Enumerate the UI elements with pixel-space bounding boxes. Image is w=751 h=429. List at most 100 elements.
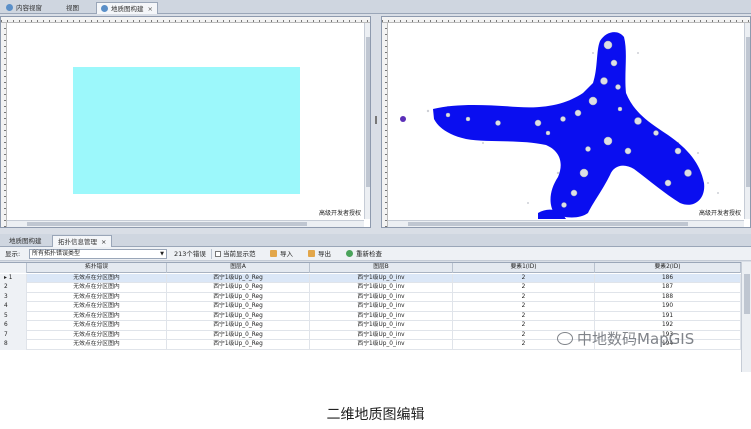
scroll-thumb[interactable] <box>408 222 688 226</box>
chevron-down-icon: ▼ <box>160 251 164 257</box>
cell-layer-a[interactable]: 西宁1级Up_0_Reg <box>167 340 310 350</box>
horizontal-scrollbar[interactable] <box>7 220 364 227</box>
column-header-layer-a[interactable]: 图层A <box>167 263 310 273</box>
cell-error[interactable]: 无效点在分区图内 <box>27 340 167 350</box>
refresh-icon <box>346 250 353 257</box>
cell-layer-a[interactable]: 西宁1级Up_0_Reg <box>167 292 310 302</box>
row-number-header <box>0 263 27 273</box>
cell-feature1-id[interactable]: 2 <box>453 273 595 283</box>
cell-layer-b[interactable]: 西宁1级Up_0_inv <box>310 340 453 350</box>
cell-layer-b[interactable]: 西宁1级Up_0_inv <box>310 311 453 321</box>
cell-feature1-id[interactable]: 2 <box>453 292 595 302</box>
cell-feature2-id[interactable]: 187 <box>595 283 741 293</box>
row-number[interactable]: ▸ 1 <box>0 273 27 283</box>
current-extent-checkbox[interactable]: 当前显示范 <box>215 249 256 259</box>
cell-feature2-id[interactable]: 188 <box>595 292 741 302</box>
table-vertical-scrollbar[interactable] <box>741 262 751 372</box>
scroll-thumb[interactable] <box>27 222 307 226</box>
tab-geologic-map-build-panel[interactable]: 地质图构建 <box>4 235 47 247</box>
import-icon <box>270 250 277 257</box>
row-number[interactable]: 6 <box>0 321 27 331</box>
cell-error[interactable]: 无效点在分区图内 <box>27 283 167 293</box>
cell-feature1-id[interactable]: 2 <box>453 302 595 312</box>
cell-layer-a[interactable]: 西宁1级Up_0_Reg <box>167 283 310 293</box>
isolated-feature <box>400 116 406 122</box>
close-icon[interactable]: × <box>148 5 153 13</box>
horizontal-ruler <box>1 17 370 23</box>
column-header-error[interactable]: 拓扑错误 <box>27 263 167 273</box>
close-icon[interactable]: × <box>101 238 106 246</box>
cell-layer-a[interactable]: 西宁1级Up_0_Reg <box>167 302 310 312</box>
cell-layer-a[interactable]: 西宁1级Up_0_Reg <box>167 311 310 321</box>
cell-feature2-id[interactable]: 186 <box>595 273 741 283</box>
cell-layer-b[interactable]: 西宁1级Up_0_inv <box>310 302 453 312</box>
cell-error[interactable]: 无效点在分区图内 <box>27 321 167 331</box>
table-row[interactable]: ▸ 1 无效点在分区图内 西宁1级Up_0_Reg 西宁1级Up_0_inv 2 186 <box>0 273 741 283</box>
geologic-map-drawing[interactable] <box>388 23 744 219</box>
horizontal-scrollbar[interactable] <box>388 220 744 227</box>
column-header-layer-b[interactable]: 图层B <box>310 263 453 273</box>
row-number[interactable]: 3 <box>0 292 27 302</box>
splitter-grip[interactable] <box>375 116 377 124</box>
cell-layer-b[interactable]: 西宁1级Up_0_inv <box>310 330 453 340</box>
right-map-pane[interactable]: 高级开发者授权 <box>381 16 751 228</box>
vertical-scrollbar[interactable] <box>364 23 370 219</box>
bottom-tabstrip: 地质图构建 拓扑信息管理 × <box>0 234 751 247</box>
region-rectangle[interactable] <box>73 67 300 194</box>
cell-feature1-id[interactable]: 2 <box>453 283 595 293</box>
button-label: 重新检查 <box>356 250 382 258</box>
app-window: 内容视窗 视图 地质图构建 × 高级开发者授权 高级开发者授权 地质图构建 拓扑… <box>0 0 751 372</box>
export-icon <box>308 250 315 257</box>
column-header-feature1-id[interactable]: 要素1(ID) <box>453 263 595 273</box>
error-type-select[interactable]: 所有拓扑错误类型 ▼ <box>29 249 167 259</box>
recheck-button[interactable]: 重新检查 <box>346 249 382 259</box>
scroll-thumb[interactable] <box>366 37 370 187</box>
cell-feature1-id[interactable]: 2 <box>453 311 595 321</box>
tab-label: 视图 <box>66 4 79 12</box>
left-map-pane[interactable]: 高级开发者授权 <box>0 16 371 228</box>
column-header-feature2-id[interactable]: 要素2(ID) <box>595 263 741 273</box>
document-tabstrip: 内容视窗 视图 地质图构建 × <box>0 0 751 14</box>
cell-feature2-id[interactable]: 191 <box>595 311 741 321</box>
cell-layer-a[interactable]: 西宁1级Up_0_Reg <box>167 330 310 340</box>
row-number[interactable]: 7 <box>0 330 27 340</box>
table-row[interactable]: 3 无效点在分区图内 西宁1级Up_0_Reg 西宁1级Up_0_inv 2 188 <box>0 292 741 302</box>
tab-label: 内容视窗 <box>16 4 42 12</box>
tab-geologic-map-build[interactable]: 地质图构建 × <box>96 2 158 14</box>
import-button[interactable]: 导入 <box>270 249 293 259</box>
tab-label: 拓扑信息管理 <box>58 238 97 246</box>
cell-layer-b[interactable]: 西宁1级Up_0_inv <box>310 292 453 302</box>
cell-error[interactable]: 无效点在分区图内 <box>27 302 167 312</box>
show-label: 显示: <box>5 250 21 258</box>
tab-topology-management[interactable]: 拓扑信息管理 × <box>52 235 113 247</box>
tab-view[interactable]: 视图 <box>62 2 83 14</box>
table-row[interactable]: 5 无效点在分区图内 西宁1级Up_0_Reg 西宁1级Up_0_inv 2 191 <box>0 311 741 321</box>
scroll-thumb[interactable] <box>746 37 750 187</box>
tab-content-view[interactable]: 内容视窗 <box>2 2 46 14</box>
export-button[interactable]: 导出 <box>308 249 331 259</box>
row-number[interactable]: 4 <box>0 302 27 312</box>
table-row[interactable]: 2 无效点在分区图内 西宁1级Up_0_Reg 西宁1级Up_0_inv 2 187 <box>0 283 741 293</box>
cell-layer-a[interactable]: 西宁1级Up_0_Reg <box>167 273 310 283</box>
cell-error[interactable]: 无效点在分区图内 <box>27 311 167 321</box>
watermark: 中地数码MapGIS <box>557 328 694 349</box>
view-icon <box>6 4 13 11</box>
row-number[interactable]: 5 <box>0 311 27 321</box>
cell-layer-a[interactable]: 西宁1级Up_0_Reg <box>167 321 310 331</box>
cell-layer-b[interactable]: 西宁1级Up_0_inv <box>310 283 453 293</box>
row-number[interactable]: 2 <box>0 283 27 293</box>
cell-error[interactable]: 无效点在分区图内 <box>27 273 167 283</box>
cell-error[interactable]: 无效点在分区图内 <box>27 330 167 340</box>
cell-feature2-id[interactable]: 190 <box>595 302 741 312</box>
table-row[interactable]: 4 无效点在分区图内 西宁1级Up_0_Reg 西宁1级Up_0_inv 2 190 <box>0 302 741 312</box>
row-number[interactable]: 8 <box>0 340 27 350</box>
cell-layer-b[interactable]: 西宁1级Up_0_inv <box>310 273 453 283</box>
checkbox-icon <box>215 251 221 257</box>
button-label: 导出 <box>318 250 331 258</box>
cell-error[interactable]: 无效点在分区图内 <box>27 292 167 302</box>
cell-layer-b[interactable]: 西宁1级Up_0_inv <box>310 321 453 331</box>
vertical-scrollbar[interactable] <box>744 23 750 219</box>
figure-caption: 二维地质图编辑 <box>326 407 425 423</box>
scroll-thumb[interactable] <box>744 274 750 314</box>
pane-splitter[interactable] <box>371 16 381 228</box>
